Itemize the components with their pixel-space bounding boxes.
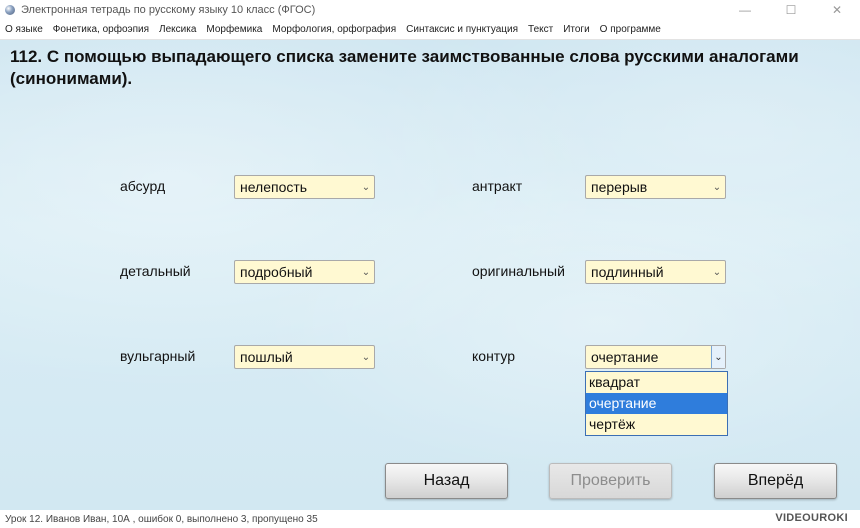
word-label: детальный: [120, 263, 191, 279]
select-value: подлинный: [591, 264, 664, 280]
word-label: оригинальный: [472, 263, 565, 279]
back-button[interactable]: Назад: [385, 463, 508, 499]
minimize-button[interactable]: —: [722, 0, 768, 20]
select-value: перерыв: [591, 179, 648, 195]
dropdown-option[interactable]: квадрат: [586, 372, 727, 393]
word-label: контур: [472, 348, 515, 364]
chevron-down-icon: ⌄: [361, 181, 371, 193]
dropdown-option[interactable]: чертёж: [586, 414, 727, 435]
menu-item-leksika[interactable]: Лексика: [154, 24, 201, 35]
synonym-select[interactable]: перерыв ⌄: [585, 175, 726, 199]
dropdown-option-selected[interactable]: очертание: [586, 393, 727, 414]
chevron-down-icon: ⌄: [361, 351, 371, 363]
maximize-button[interactable]: ☐: [768, 0, 814, 20]
status-text: Урок 12. Иванов Иван, 10А , ошибок 0, вы…: [5, 513, 318, 525]
menu-item-o-programme[interactable]: О программе: [595, 24, 666, 35]
dropdown-list: квадрат очертание чертёж: [585, 371, 728, 436]
menu-item-fonetika[interactable]: Фонетика, орфоэпия: [48, 24, 154, 35]
menu-item-tekst[interactable]: Текст: [523, 24, 558, 35]
task-title: 112. С помощью выпадающего списка замени…: [10, 47, 799, 88]
select-value: нелепость: [240, 179, 308, 195]
synonym-select[interactable]: подробный ⌄: [234, 260, 375, 284]
status-bar: Урок 12. Иванов Иван, 10А , ошибок 0, вы…: [0, 510, 860, 528]
select-value: пошлый: [240, 349, 293, 365]
window-title: Электронная тетрадь по русскому языку 10…: [21, 4, 316, 16]
word-label: вульгарный: [120, 348, 196, 364]
videouroki-logo: VIDEOUROKI: [775, 512, 848, 524]
word-label: абсурд: [120, 178, 166, 194]
synonym-select[interactable]: нелепость ⌄: [234, 175, 375, 199]
menu-item-itogi[interactable]: Итоги: [558, 24, 594, 35]
menu-item-sintaksis[interactable]: Синтаксис и пунктуация: [401, 24, 523, 35]
check-button[interactable]: Проверить: [549, 463, 672, 499]
title-bar: Электронная тетрадь по русскому языку 10…: [0, 0, 860, 20]
select-value: подробный: [240, 264, 313, 280]
synonym-select[interactable]: подлинный ⌄: [585, 260, 726, 284]
select-value: очертание: [591, 349, 659, 365]
app-globe-icon: [5, 5, 15, 15]
chevron-down-icon: ⌄: [712, 266, 722, 278]
word-label: антракт: [472, 178, 523, 194]
chevron-down-icon: ⌄: [712, 181, 722, 193]
chevron-down-icon[interactable]: ⌄: [711, 346, 725, 368]
menu-item-morfemika[interactable]: Морфемика: [201, 24, 267, 35]
synonym-select-open[interactable]: очертание ⌄: [585, 345, 726, 369]
menu-bar: О языке Фонетика, орфоэпия Лексика Морфе…: [0, 20, 860, 40]
chevron-down-icon: ⌄: [361, 266, 371, 278]
menu-item-o-yazyke[interactable]: О языке: [0, 24, 48, 35]
next-button[interactable]: Вперёд: [714, 463, 837, 499]
exercise-panel: 112. С помощью выпадающего списка замени…: [0, 40, 860, 510]
menu-item-morfologiya[interactable]: Морфология, орфография: [267, 24, 401, 35]
window-controls: — ☐ ✕: [722, 0, 860, 20]
close-button[interactable]: ✕: [814, 0, 860, 20]
synonym-select[interactable]: пошлый ⌄: [234, 345, 375, 369]
